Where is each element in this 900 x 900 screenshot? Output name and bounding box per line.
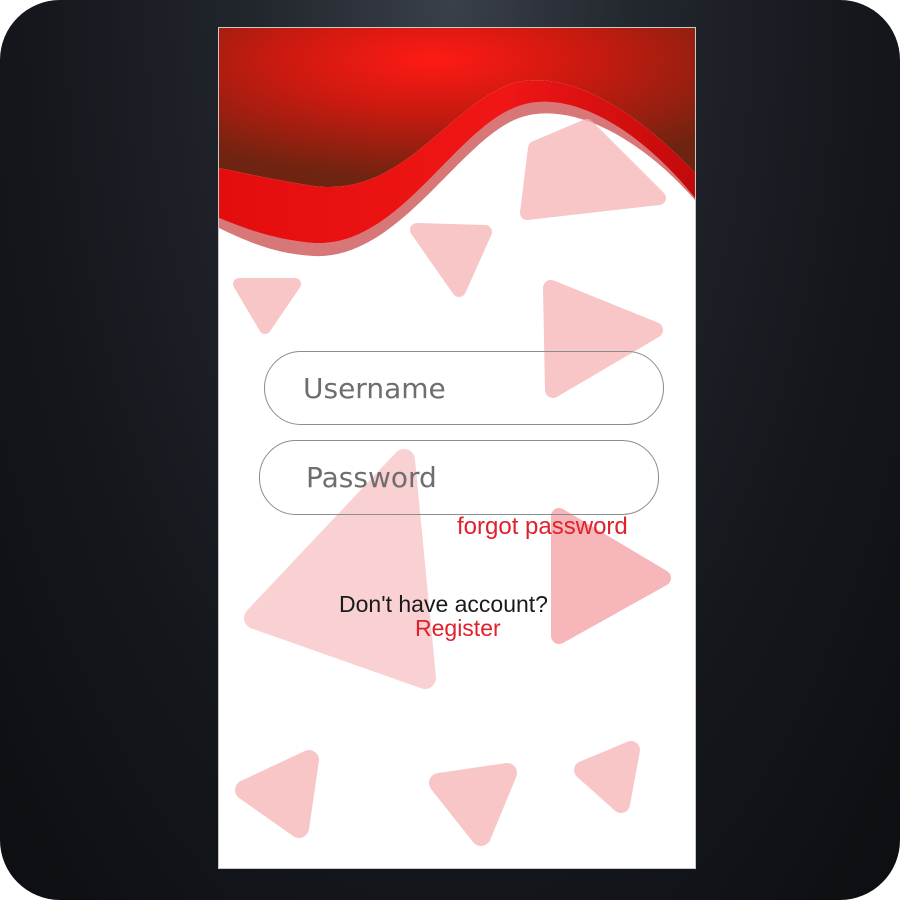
register-link[interactable]: Register <box>415 615 501 642</box>
triangle-decoration-icon <box>574 741 640 813</box>
login-screen: forgot password Don't have account? Regi… <box>219 28 695 868</box>
triangle-decoration-icon <box>429 763 517 846</box>
triangle-decoration-icon <box>235 750 319 838</box>
forgot-password-link[interactable]: forgot password <box>457 513 653 541</box>
triangle-decoration-icon <box>410 223 492 297</box>
no-account-text: Don't have account? <box>339 591 548 617</box>
username-input[interactable] <box>264 351 664 425</box>
triangle-decoration-icon <box>520 119 666 220</box>
device-background: forgot password Don't have account? Regi… <box>0 0 900 900</box>
triangle-decoration-icon <box>233 278 301 334</box>
password-input[interactable] <box>259 440 659 515</box>
